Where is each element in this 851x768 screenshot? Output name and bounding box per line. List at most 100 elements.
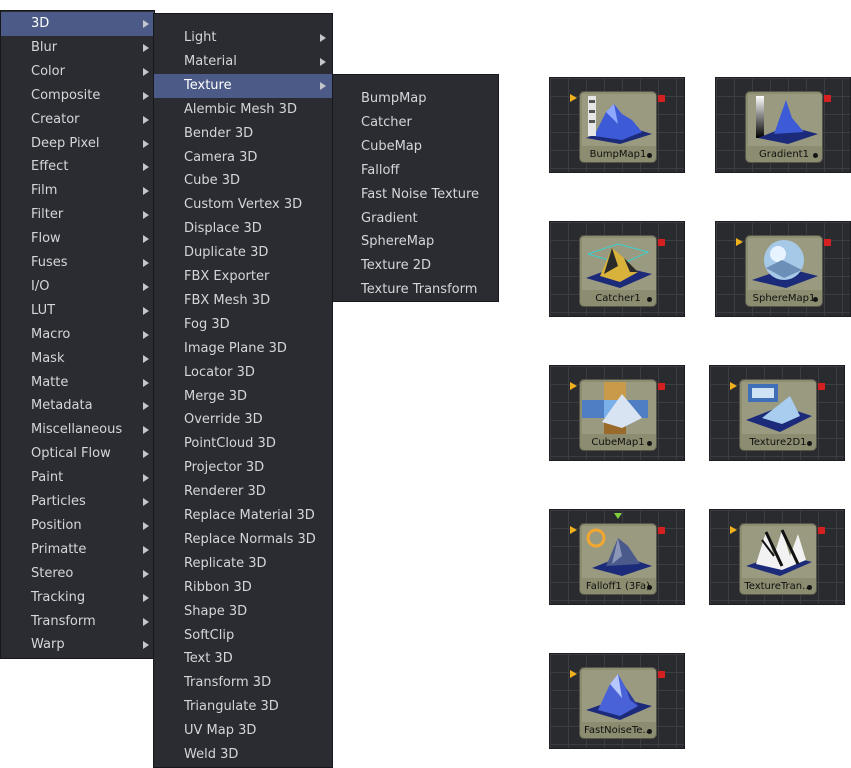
menu-item-transform-3d[interactable]: Transform 3D (154, 671, 332, 695)
menu-item-fog-3d[interactable]: Fog 3D (154, 313, 332, 337)
menu-item-lut[interactable]: LUT (1, 299, 154, 323)
input-port-icon[interactable] (736, 238, 743, 246)
input-port-icon[interactable] (570, 670, 577, 678)
menu-item-texture-transform[interactable]: Texture Transform (333, 278, 498, 302)
menu-item-custom-vertex-3d[interactable]: Custom Vertex 3D (154, 193, 332, 217)
menu-item-ribbon-3d[interactable]: Ribbon 3D (154, 576, 332, 600)
input-port-icon[interactable] (570, 526, 577, 534)
menu-item-replicate-3d[interactable]: Replicate 3D (154, 552, 332, 576)
node-tile[interactable]: Catcher1 (579, 235, 657, 307)
menu-item-metadata[interactable]: Metadata (1, 394, 154, 418)
node-bumpmap1[interactable]: BumpMap1 (549, 77, 685, 173)
menu-item-warp[interactable]: Warp (1, 633, 154, 657)
menu-item-displace-3d[interactable]: Displace 3D (154, 217, 332, 241)
menu-item-fast-noise-texture[interactable]: Fast Noise Texture (333, 183, 498, 207)
menu-item-position[interactable]: Position (1, 514, 154, 538)
input-port-icon[interactable] (570, 382, 577, 390)
menu-item-override-3d[interactable]: Override 3D (154, 408, 332, 432)
menu-item-fbx-exporter[interactable]: FBX Exporter (154, 265, 332, 289)
output-port-icon[interactable] (658, 95, 665, 102)
input-port-icon[interactable] (730, 382, 737, 390)
menu-item-cubemap[interactable]: CubeMap (333, 135, 498, 159)
menu-item-bender-3d[interactable]: Bender 3D (154, 122, 332, 146)
menu-item-replace-normals-3d[interactable]: Replace Normals 3D (154, 528, 332, 552)
menu-item-projector-3d[interactable]: Projector 3D (154, 456, 332, 480)
menu-item-miscellaneous[interactable]: Miscellaneous (1, 418, 154, 442)
menu-item-text-3d[interactable]: Text 3D (154, 647, 332, 671)
node-texture2d1[interactable]: Texture2D1 (709, 365, 845, 461)
node-tile[interactable]: Falloff1 (3Fa) (579, 523, 657, 595)
output-port-icon[interactable] (658, 383, 665, 390)
menu-item-stereo[interactable]: Stereo (1, 562, 154, 586)
menu-item-particles[interactable]: Particles (1, 490, 154, 514)
node-falloff1-3fa[interactable]: Falloff1 (3Fa) (549, 509, 685, 605)
menu-item-locator-3d[interactable]: Locator 3D (154, 361, 332, 385)
output-port-icon[interactable] (658, 239, 665, 246)
input-port-icon[interactable] (730, 526, 737, 534)
menu-item-fuses[interactable]: Fuses (1, 251, 154, 275)
menu-item-flow[interactable]: Flow (1, 227, 154, 251)
effect-mask-port-icon[interactable] (614, 513, 622, 519)
menu-item-spheremap[interactable]: SphereMap (333, 230, 498, 254)
node-catcher1[interactable]: Catcher1 (549, 221, 685, 317)
menu-item-color[interactable]: Color (1, 60, 154, 84)
node-tile[interactable]: Gradient1 (745, 91, 823, 163)
menu-item-effect[interactable]: Effect (1, 155, 154, 179)
menu-item-film[interactable]: Film (1, 179, 154, 203)
menu-item-fbx-mesh-3d[interactable]: FBX Mesh 3D (154, 289, 332, 313)
menu-item-optical-flow[interactable]: Optical Flow (1, 442, 154, 466)
node-cubemap1[interactable]: CubeMap1 (549, 365, 685, 461)
menu-item-tracking[interactable]: Tracking (1, 586, 154, 610)
menu-item-light[interactable]: Light (154, 26, 332, 50)
menu-item-blur[interactable]: Blur (1, 36, 154, 60)
node-gradient1[interactable]: Gradient1 (715, 77, 851, 173)
menu-item-material[interactable]: Material (154, 50, 332, 74)
menu-item-composite[interactable]: Composite (1, 84, 154, 108)
node-spheremap1[interactable]: SphereMap1 (715, 221, 851, 317)
node-fastnoisete[interactable]: FastNoiseTe... (549, 653, 685, 749)
menu-item-texture-2d[interactable]: Texture 2D (333, 254, 498, 278)
input-port-icon[interactable] (570, 94, 577, 102)
output-port-icon[interactable] (818, 527, 825, 534)
output-port-icon[interactable] (658, 527, 665, 534)
menu-item-transform[interactable]: Transform (1, 610, 154, 634)
menu-item-image-plane-3d[interactable]: Image Plane 3D (154, 337, 332, 361)
menu-item-bumpmap[interactable]: BumpMap (333, 87, 498, 111)
menu-item-deep-pixel[interactable]: Deep Pixel (1, 132, 154, 156)
menu-item-cube-3d[interactable]: Cube 3D (154, 169, 332, 193)
node-texturetran[interactable]: TextureTran... (709, 509, 845, 605)
menu-item-paint[interactable]: Paint (1, 466, 154, 490)
menu-item-catcher[interactable]: Catcher (333, 111, 498, 135)
node-tile[interactable]: SphereMap1 (745, 235, 823, 307)
menu-item-shape-3d[interactable]: Shape 3D (154, 600, 332, 624)
menu-item-creator[interactable]: Creator (1, 108, 154, 132)
menu-item-falloff[interactable]: Falloff (333, 159, 498, 183)
menu-item-triangulate-3d[interactable]: Triangulate 3D (154, 695, 332, 719)
node-tile[interactable]: BumpMap1 (579, 91, 657, 163)
menu-item-pointcloud-3d[interactable]: PointCloud 3D (154, 432, 332, 456)
menu-item-duplicate-3d[interactable]: Duplicate 3D (154, 241, 332, 265)
menu-item-mask[interactable]: Mask (1, 347, 154, 371)
node-tile[interactable]: CubeMap1 (579, 379, 657, 451)
menu-item-macro[interactable]: Macro (1, 323, 154, 347)
output-port-icon[interactable] (824, 239, 831, 246)
output-port-icon[interactable] (824, 95, 831, 102)
menu-item-matte[interactable]: Matte (1, 371, 154, 395)
output-port-icon[interactable] (818, 383, 825, 390)
menu-item-weld-3d[interactable]: Weld 3D (154, 743, 332, 767)
menu-item-primatte[interactable]: Primatte (1, 538, 154, 562)
menu-item-replace-material-3d[interactable]: Replace Material 3D (154, 504, 332, 528)
node-tile[interactable]: Texture2D1 (739, 379, 817, 451)
menu-item-renderer-3d[interactable]: Renderer 3D (154, 480, 332, 504)
menu-item-i-o[interactable]: I/O (1, 275, 154, 299)
menu-item-camera-3d[interactable]: Camera 3D (154, 146, 332, 170)
node-tile[interactable]: TextureTran... (739, 523, 817, 595)
menu-item-texture[interactable]: Texture (154, 73, 332, 98)
menu-item-alembic-mesh-3d[interactable]: Alembic Mesh 3D (154, 98, 332, 122)
menu-item-uv-map-3d[interactable]: UV Map 3D (154, 719, 332, 743)
menu-item-merge-3d[interactable]: Merge 3D (154, 385, 332, 409)
menu-item-gradient[interactable]: Gradient (333, 207, 498, 231)
menu-item-filter[interactable]: Filter (1, 203, 154, 227)
node-tile[interactable]: FastNoiseTe... (579, 667, 657, 739)
output-port-icon[interactable] (658, 671, 665, 678)
